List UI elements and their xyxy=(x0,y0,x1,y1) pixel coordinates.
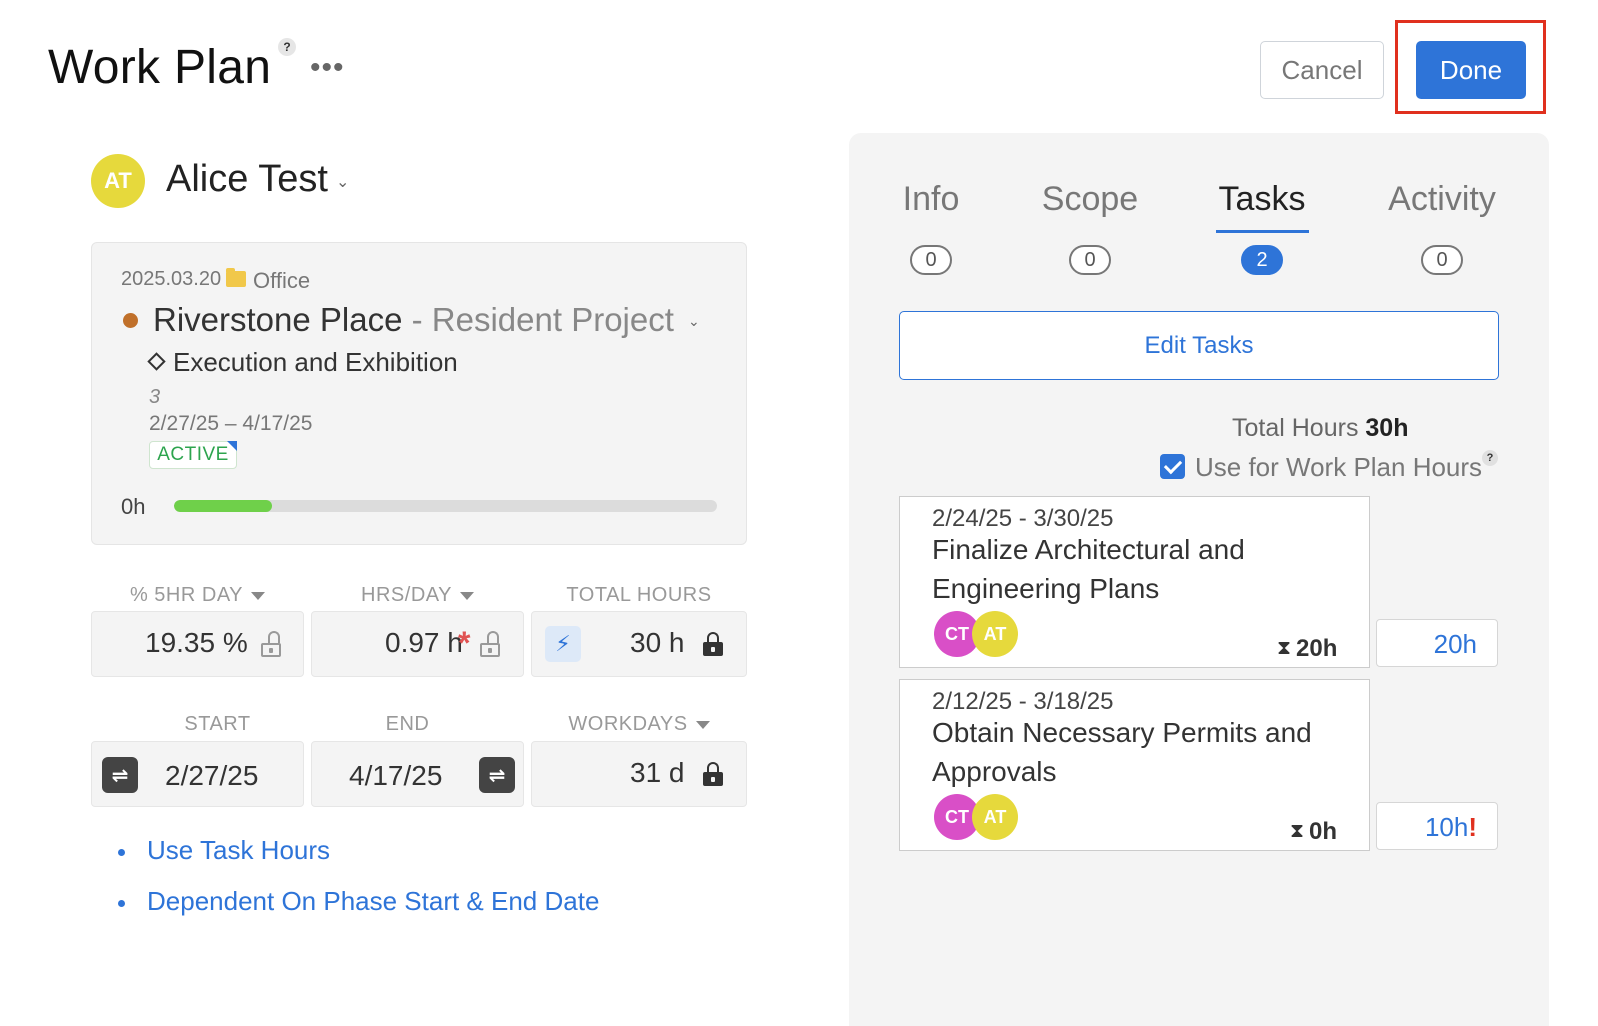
chevron-down-icon[interactable]: ⌄ xyxy=(688,313,700,330)
task-estimated-hours: 0h xyxy=(1309,818,1338,845)
caret-down-icon xyxy=(251,591,266,600)
workdays-value: 31 d xyxy=(630,757,685,788)
total-hours-label: Total Hours xyxy=(1232,414,1359,442)
lock-icon[interactable] xyxy=(703,632,723,656)
tab-scope[interactable]: Scope xyxy=(1000,180,1180,219)
task-title-line2: Approvals xyxy=(932,756,1057,787)
badge-corner-marker xyxy=(227,441,237,451)
use-task-hours-link[interactable]: Use Task Hours xyxy=(147,835,330,866)
page-title: Work Plan xyxy=(48,41,272,94)
col-label-end: END xyxy=(385,713,430,735)
phase-date-range: 2/27/25 – 4/17/25 xyxy=(149,412,313,435)
use-for-work-plan-label[interactable]: Use for Work Plan Hours xyxy=(1195,452,1482,483)
task-dates: 2/12/25 - 3/18/25 xyxy=(932,688,1114,715)
caret-down-icon xyxy=(459,591,474,600)
task-title-line1: Obtain Necessary Permits and xyxy=(932,717,1312,748)
avatar[interactable]: AT xyxy=(972,611,1018,657)
bullet xyxy=(118,900,125,907)
project-subtitle: - Resident Project xyxy=(402,301,674,338)
folder-icon xyxy=(226,268,246,287)
status-badge: ACTIVE xyxy=(149,441,237,469)
task-title-line1: Finalize Architectural and xyxy=(932,534,1245,565)
total-hours-value: 30 h xyxy=(630,627,685,658)
bullet xyxy=(118,849,125,856)
person-name[interactable]: Alice Test xyxy=(166,158,328,201)
task-title-line2: Engineering Plans xyxy=(932,573,1160,604)
warning-icon: ! xyxy=(1468,812,1477,842)
col-label-hrs-day[interactable]: HRS/DAY xyxy=(311,584,524,607)
col-label-workdays[interactable]: WORKDAYS xyxy=(531,713,747,736)
help-icon[interactable]: ? xyxy=(278,38,296,56)
task-hours-input[interactable]: 10h! xyxy=(1376,802,1498,850)
tab-activity[interactable]: Activity xyxy=(1352,180,1532,219)
done-button[interactable]: Done xyxy=(1416,41,1526,99)
unlock-icon[interactable] xyxy=(261,631,281,657)
avatar: AT xyxy=(91,154,145,208)
caret-down-icon xyxy=(695,720,710,729)
tab-activity-count: 0 xyxy=(1421,245,1463,275)
tab-tasks[interactable]: Tasks xyxy=(1172,180,1352,219)
task-dates: 2/24/25 - 3/30/25 xyxy=(932,505,1114,532)
col-label-percent-day[interactable]: % 5HR DAY xyxy=(91,584,304,607)
progress-bar xyxy=(174,500,717,512)
phase-folder: Office xyxy=(253,268,311,293)
tab-info[interactable]: Info xyxy=(841,180,1021,219)
project-color-dot xyxy=(123,313,138,328)
lightning-icon[interactable]: ⚡︎ xyxy=(545,626,581,662)
cancel-button[interactable]: Cancel xyxy=(1260,41,1384,99)
avatar[interactable]: AT xyxy=(972,794,1018,840)
total-hours-summary: Total Hours 30h xyxy=(1232,414,1409,443)
dependency-icon[interactable]: ⇌ xyxy=(479,757,515,793)
more-options-icon[interactable]: ••• xyxy=(310,53,345,83)
tab-info-count: 0 xyxy=(910,245,952,275)
end-date-field[interactable]: 4/17/25 ⇌ xyxy=(311,741,524,807)
chevron-down-icon[interactable]: ⌄ xyxy=(336,172,349,192)
task-estimated-hours: 20h xyxy=(1296,635,1338,662)
workdays-field[interactable]: 31 d xyxy=(531,741,747,807)
tab-scope-count: 0 xyxy=(1069,245,1111,275)
help-icon[interactable]: ? xyxy=(1482,450,1498,466)
percent-day-field[interactable]: 19.35 % xyxy=(91,611,304,677)
use-for-work-plan-checkbox[interactable] xyxy=(1160,454,1185,479)
end-date-value: 4/17/25 xyxy=(349,760,443,791)
required-asterisk-icon: * xyxy=(458,625,471,661)
hrs-day-value: 0.97 h xyxy=(385,627,463,658)
phase-date: 2025.03.20 xyxy=(121,268,222,290)
task-hours-value: 10h! xyxy=(1424,812,1477,842)
task-hours-input[interactable]: 20h xyxy=(1376,619,1498,667)
hourglass-icon: ⧗ xyxy=(1290,820,1305,842)
phase-number: 3 xyxy=(149,386,161,408)
col-label-total-hours: TOTAL HOURS xyxy=(566,584,712,606)
dependent-on-phase-link[interactable]: Dependent On Phase Start & End Date xyxy=(147,886,599,917)
start-date-field[interactable]: ⇌ 2/27/25 xyxy=(91,741,304,807)
col-label-start: START xyxy=(184,713,251,735)
lock-icon[interactable] xyxy=(703,762,723,786)
total-hours-value: 30h xyxy=(1365,414,1409,442)
edit-tasks-button[interactable]: Edit Tasks xyxy=(899,311,1499,380)
progress-hours-label: 0h xyxy=(121,494,146,519)
phase-name: Execution and Exhibition xyxy=(173,347,458,377)
project-name[interactable]: Riverstone Place - Resident Project xyxy=(153,301,674,339)
percent-day-value: 19.35 % xyxy=(145,627,248,658)
total-hours-field[interactable]: ⚡︎ 30 h xyxy=(531,611,747,677)
unlock-icon[interactable] xyxy=(480,631,500,657)
hrs-day-field[interactable]: 0.97 h * xyxy=(311,611,524,677)
progress-bar-fill xyxy=(174,500,272,512)
task-card[interactable]: 2/12/25 - 3/18/25 Obtain Necessary Permi… xyxy=(899,679,1370,851)
hourglass-icon: ⧗ xyxy=(1277,637,1292,659)
tab-active-underline xyxy=(1216,230,1309,233)
tab-tasks-count: 2 xyxy=(1241,245,1283,275)
dependency-icon[interactable]: ⇌ xyxy=(102,757,138,793)
start-date-value: 2/27/25 xyxy=(165,760,259,791)
task-hours-value: 20h xyxy=(1433,629,1477,659)
task-card[interactable]: 2/24/25 - 3/30/25 Finalize Architectural… xyxy=(899,496,1370,668)
project-title: Riverstone Place xyxy=(153,301,403,338)
